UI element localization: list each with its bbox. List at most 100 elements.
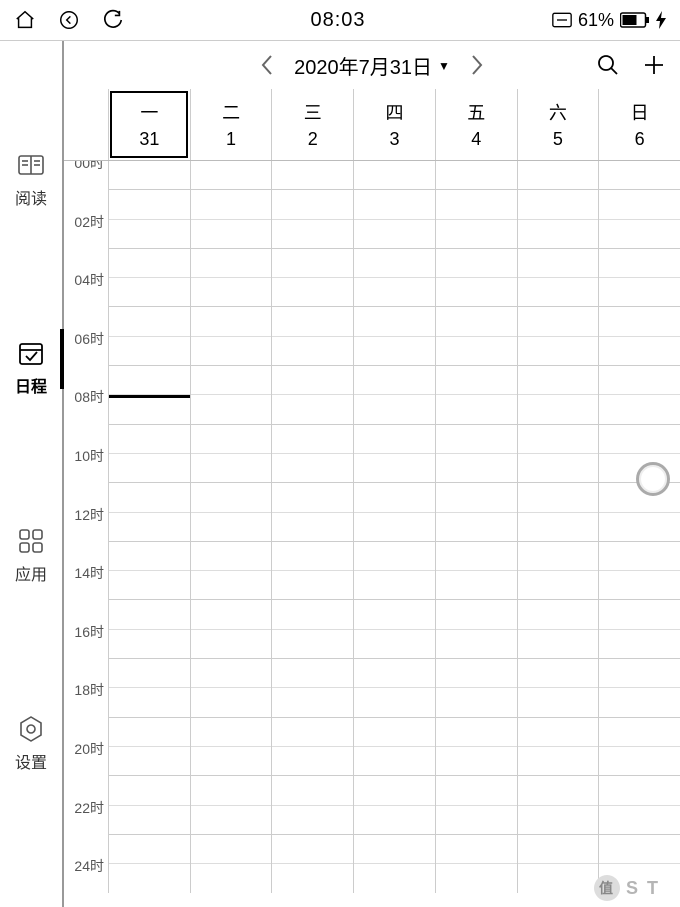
hour-cell[interactable] xyxy=(191,161,272,190)
hour-cell[interactable] xyxy=(354,776,435,805)
hour-cell[interactable] xyxy=(191,307,272,336)
hour-cell[interactable] xyxy=(109,366,190,395)
weekday-header-cell[interactable]: 日6 xyxy=(598,89,680,160)
day-column[interactable] xyxy=(435,161,517,893)
hour-cell[interactable] xyxy=(272,747,353,776)
hour-cell[interactable] xyxy=(272,161,353,190)
hour-cell[interactable] xyxy=(518,395,599,424)
hour-cell[interactable] xyxy=(191,220,272,249)
hour-cell[interactable] xyxy=(354,425,435,454)
add-event-icon[interactable] xyxy=(642,53,666,77)
hour-cell[interactable] xyxy=(191,190,272,219)
hour-cell[interactable] xyxy=(354,747,435,776)
search-icon[interactable] xyxy=(596,53,620,77)
hour-cell[interactable] xyxy=(436,425,517,454)
hour-cell[interactable] xyxy=(191,747,272,776)
hour-cell[interactable] xyxy=(599,659,680,688)
day-column[interactable] xyxy=(108,161,190,893)
hour-cell[interactable] xyxy=(518,688,599,717)
hour-cell[interactable] xyxy=(518,454,599,483)
hour-cell[interactable] xyxy=(272,776,353,805)
hour-cell[interactable] xyxy=(354,454,435,483)
hour-cell[interactable] xyxy=(354,835,435,864)
hour-cell[interactable] xyxy=(518,337,599,366)
hour-cell[interactable] xyxy=(599,571,680,600)
hour-cell[interactable] xyxy=(436,483,517,512)
weekday-header-cell[interactable]: 一31 xyxy=(108,89,190,160)
hour-cell[interactable] xyxy=(272,659,353,688)
time-grid-scroll[interactable]: 00时02时04时06时08时10时12时14时16时18时20时22时24时 xyxy=(64,161,680,907)
hour-cell[interactable] xyxy=(518,776,599,805)
hour-cell[interactable] xyxy=(436,571,517,600)
hour-cell[interactable] xyxy=(436,220,517,249)
hour-cell[interactable] xyxy=(436,395,517,424)
hour-cell[interactable] xyxy=(109,806,190,835)
hour-cell[interactable] xyxy=(436,278,517,307)
hour-cell[interactable] xyxy=(599,542,680,571)
hour-cell[interactable] xyxy=(518,425,599,454)
hour-cell[interactable] xyxy=(109,249,190,278)
hour-cell[interactable] xyxy=(436,454,517,483)
hour-cell[interactable] xyxy=(518,747,599,776)
hour-cell[interactable] xyxy=(191,483,272,512)
hour-cell[interactable] xyxy=(518,571,599,600)
hour-cell[interactable] xyxy=(354,688,435,717)
hour-cell[interactable] xyxy=(109,835,190,864)
hour-cell[interactable] xyxy=(436,630,517,659)
hour-cell[interactable] xyxy=(109,718,190,747)
hour-cell[interactable] xyxy=(272,337,353,366)
hour-cell[interactable] xyxy=(599,806,680,835)
hour-cell[interactable] xyxy=(354,307,435,336)
hour-cell[interactable] xyxy=(436,249,517,278)
hour-cell[interactable] xyxy=(354,220,435,249)
hour-cell[interactable] xyxy=(354,630,435,659)
hour-cell[interactable] xyxy=(272,571,353,600)
hour-cell[interactable] xyxy=(599,718,680,747)
hour-cell[interactable] xyxy=(191,366,272,395)
floating-action-handle[interactable] xyxy=(636,462,670,496)
hour-cell[interactable] xyxy=(436,718,517,747)
hour-cell[interactable] xyxy=(272,249,353,278)
hour-cell[interactable] xyxy=(436,835,517,864)
hour-cell[interactable] xyxy=(272,718,353,747)
hour-cell[interactable] xyxy=(599,278,680,307)
day-column[interactable] xyxy=(353,161,435,893)
hour-cell[interactable] xyxy=(272,425,353,454)
weekday-header-cell[interactable]: 六5 xyxy=(517,89,599,160)
hour-cell[interactable] xyxy=(354,395,435,424)
hour-cell[interactable] xyxy=(109,659,190,688)
hour-cell[interactable] xyxy=(109,337,190,366)
hour-cell[interactable] xyxy=(518,278,599,307)
hour-cell[interactable] xyxy=(109,190,190,219)
hour-cell[interactable] xyxy=(599,249,680,278)
hour-cell[interactable] xyxy=(599,307,680,336)
hour-cell[interactable] xyxy=(109,161,190,190)
hour-cell[interactable] xyxy=(109,776,190,805)
hour-cell[interactable] xyxy=(599,190,680,219)
hour-cell[interactable] xyxy=(436,161,517,190)
hour-cell[interactable] xyxy=(518,835,599,864)
hour-cell[interactable] xyxy=(109,307,190,336)
hour-cell[interactable] xyxy=(272,688,353,717)
hour-cell[interactable] xyxy=(518,220,599,249)
hour-cell[interactable] xyxy=(518,190,599,219)
hour-cell[interactable] xyxy=(436,776,517,805)
hour-cell[interactable] xyxy=(354,571,435,600)
day-column[interactable] xyxy=(190,161,272,893)
hour-cell[interactable] xyxy=(599,366,680,395)
next-week-icon[interactable] xyxy=(470,54,484,76)
hour-cell[interactable] xyxy=(436,806,517,835)
sidebar-item-read[interactable]: 阅读 xyxy=(0,151,62,209)
hour-cell[interactable] xyxy=(109,513,190,542)
hour-cell[interactable] xyxy=(436,659,517,688)
hour-cell[interactable] xyxy=(436,542,517,571)
hour-cell[interactable] xyxy=(272,835,353,864)
hour-cell[interactable] xyxy=(599,747,680,776)
hour-cell[interactable] xyxy=(109,220,190,249)
hour-cell[interactable] xyxy=(354,278,435,307)
hour-cell[interactable] xyxy=(518,630,599,659)
hour-cell[interactable] xyxy=(518,600,599,629)
hour-cell[interactable] xyxy=(599,776,680,805)
hour-cell[interactable] xyxy=(191,600,272,629)
hour-cell[interactable] xyxy=(109,542,190,571)
